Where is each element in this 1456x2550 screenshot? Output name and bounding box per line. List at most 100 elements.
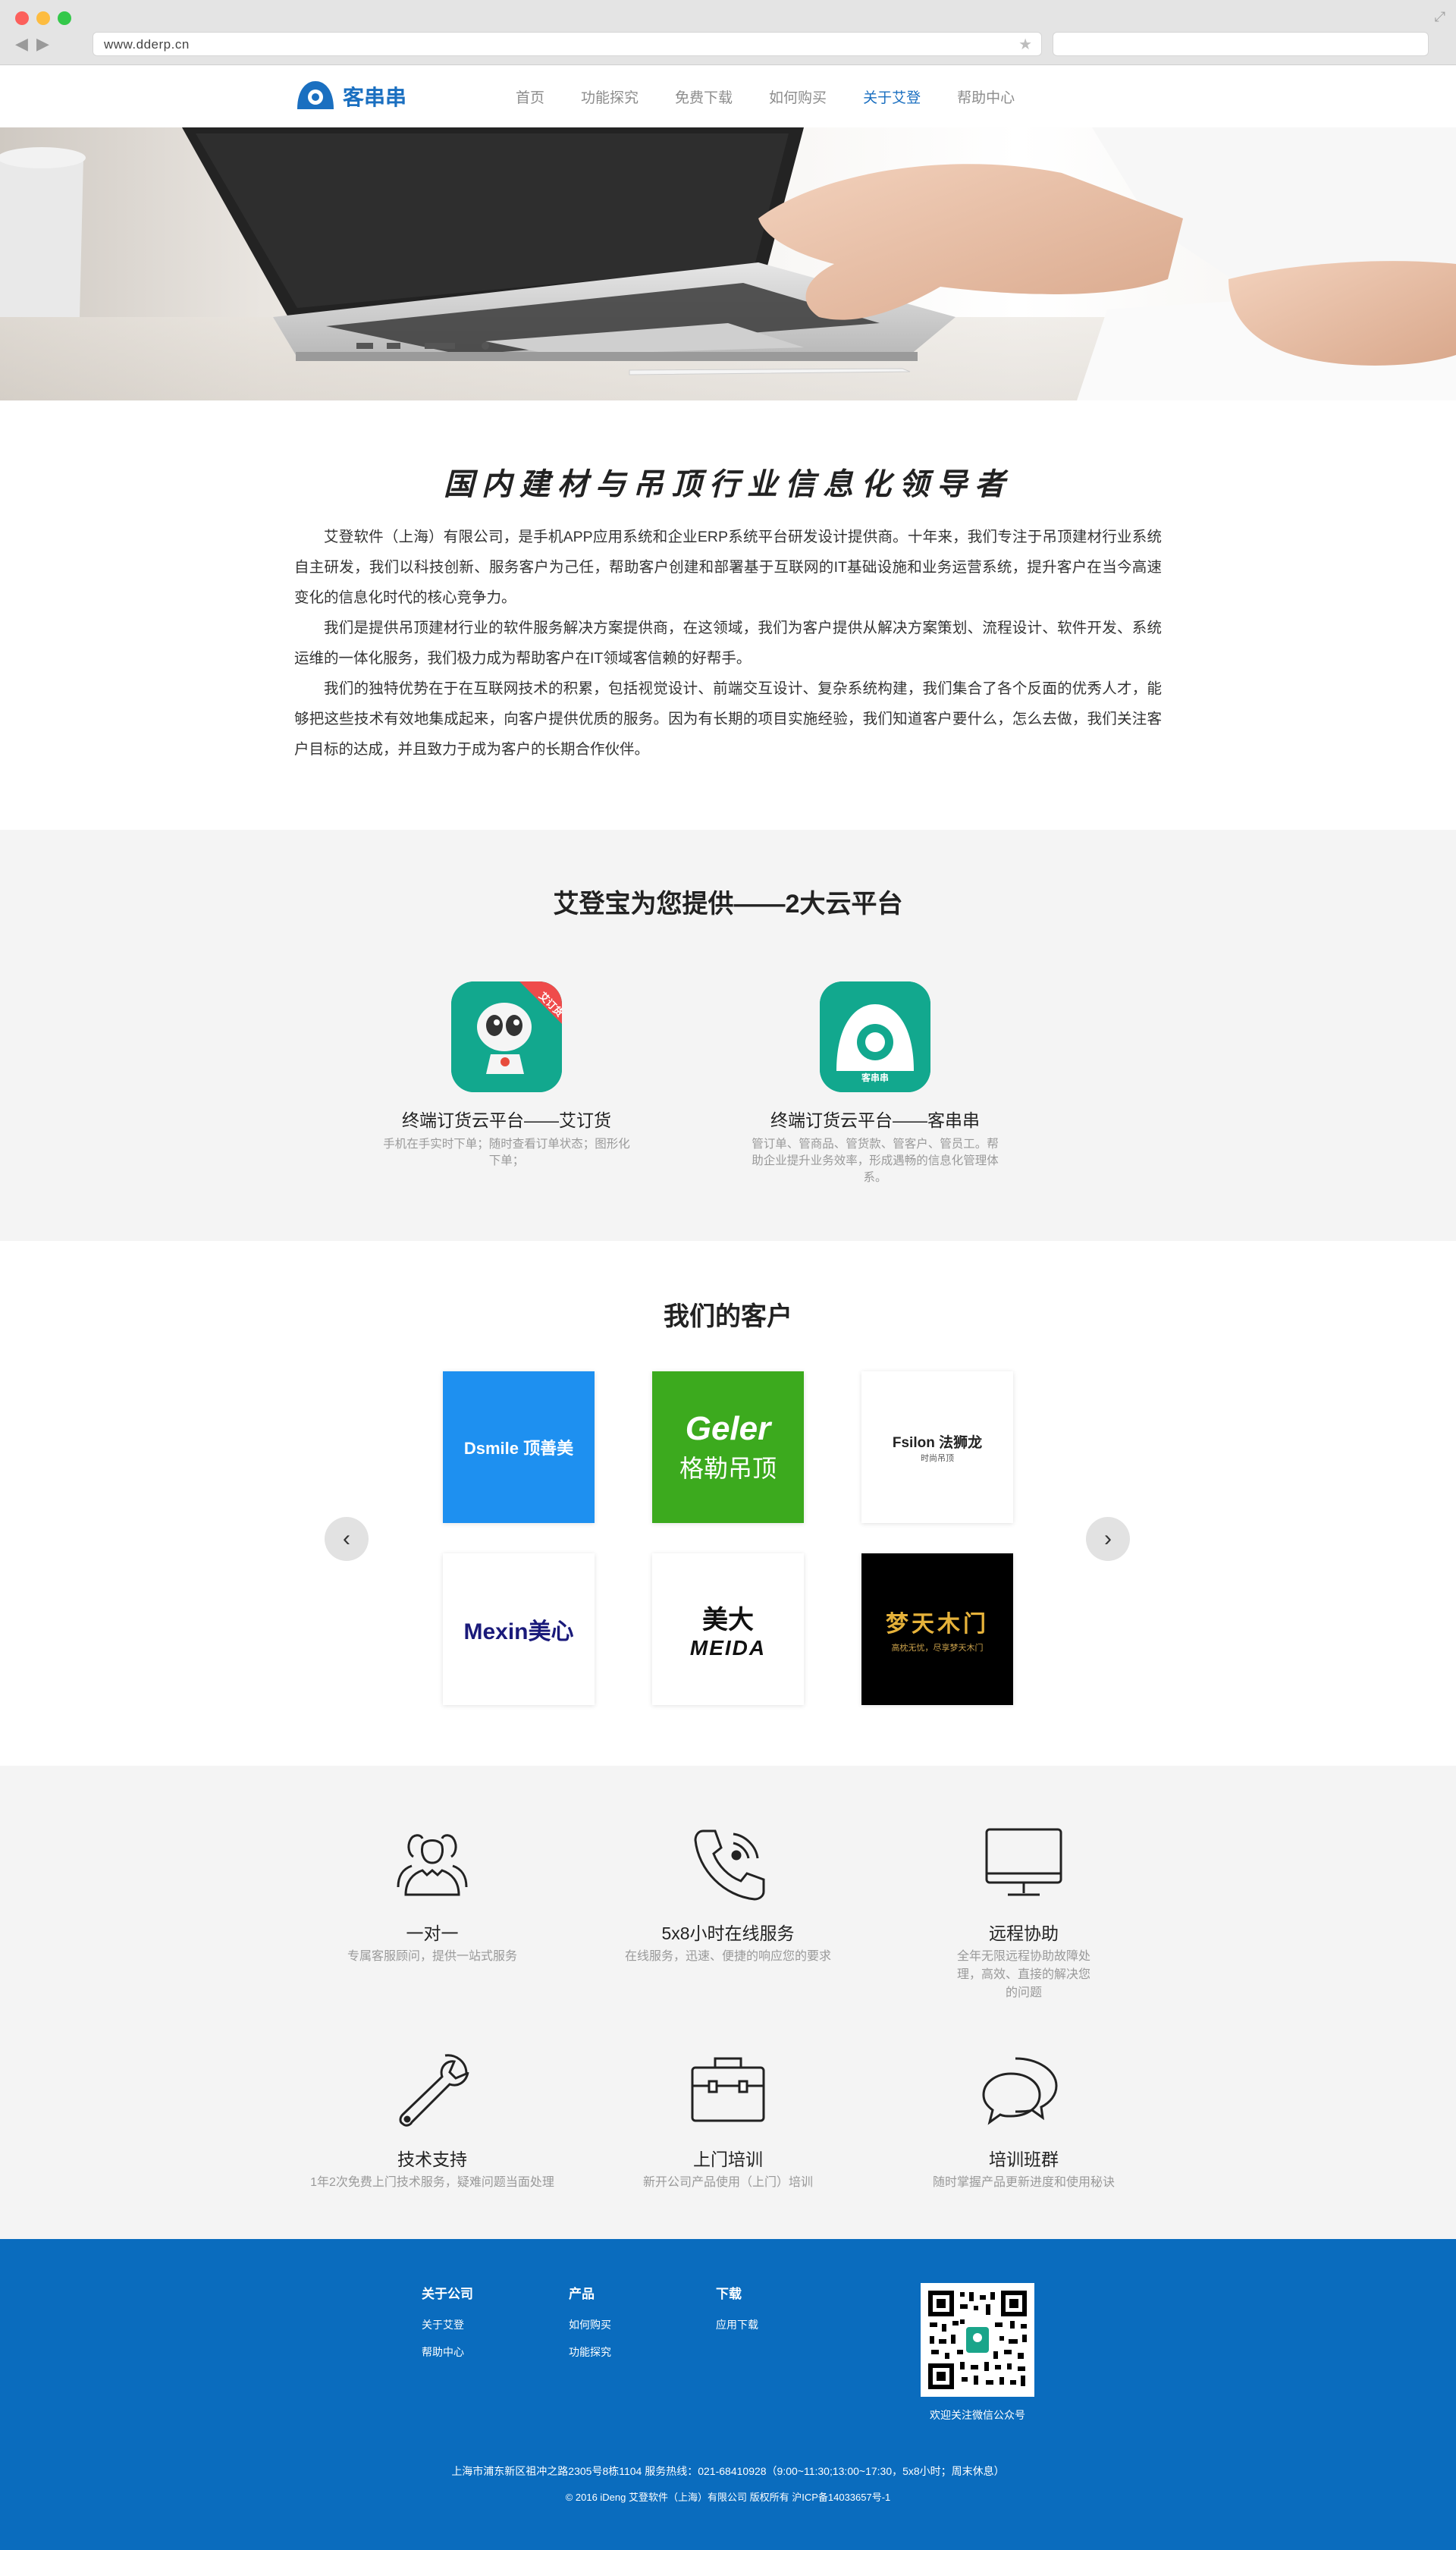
footer-link-app-download[interactable]: 应用下载 xyxy=(716,2317,758,2332)
footer-link-about[interactable]: 关于艾登 xyxy=(422,2317,473,2332)
back-arrow-icon[interactable]: ◀ xyxy=(15,33,28,55)
customer-logo-text: Fsilon 法狮龙 xyxy=(892,1434,983,1451)
site-footer: 关于公司 关于艾登 帮助中心 产品 如何购买 功能探究 下载 应用下载 欢迎关注… xyxy=(0,2239,1456,2550)
site-logo[interactable]: 客串串 xyxy=(294,79,406,114)
menu-item-purchase[interactable]: 如何购买 xyxy=(769,86,827,107)
phone-icon xyxy=(694,1829,765,1901)
customer-logo-subtext: 格勒吊顶 xyxy=(679,1455,777,1482)
customer-logo-subtext: MEIDA xyxy=(689,1635,767,1660)
about-title: 国内建材与吊顶行业信息化领导者 xyxy=(444,466,1012,502)
qr-code-icon xyxy=(927,2289,1028,2391)
menu-item-home[interactable]: 首页 xyxy=(516,86,544,107)
service-desc: 全年无限远程协助故障处理，高效、直接的解决您的问题 xyxy=(956,1950,1090,1999)
platforms-title: 艾登宝为您提供——2大云平台 xyxy=(553,890,903,919)
service-desc: 新开公司产品使用（上门）培训 xyxy=(642,2176,813,2189)
footer-link-help[interactable]: 帮助中心 xyxy=(422,2344,473,2360)
wechat-qr-code xyxy=(921,2283,1034,2397)
bookmark-star-icon[interactable]: ★ xyxy=(1018,35,1032,54)
service-name: 远程协助 xyxy=(989,1923,1059,1943)
carousel-next-button[interactable]: › xyxy=(1086,1517,1130,1561)
main-menu: 首页 功能探究 免费下载 如何购买 关于艾登 帮助中心 xyxy=(516,86,1051,107)
kechuanchuan-app-icon[interactable]: 客串串 xyxy=(820,981,930,1092)
service-name: 上门培训 xyxy=(693,2150,763,2169)
customer-logo-subtext: 高枕无忧，尽享梦天木门 xyxy=(891,1644,984,1653)
logo-mark-icon xyxy=(297,81,334,109)
service-name: 培训班群 xyxy=(989,2150,1059,2169)
maximize-window-button[interactable] xyxy=(58,11,71,25)
service-tech-support: 技术支持 1年2次免费上门技术服务，疑难问题当面处理 xyxy=(288,2051,576,2192)
about-body: 艾登软件（上海）有限公司，是手机APP应用系统和企业ERP系统平台研发设计提供商… xyxy=(294,522,1162,765)
service-training: 上门培训 新开公司产品使用（上门）培训 xyxy=(584,2051,872,2192)
customer-logo-mengtian[interactable]: 梦天木门 高枕无忧，尽享梦天木门 xyxy=(861,1553,1013,1705)
menu-item-features[interactable]: 功能探究 xyxy=(581,86,639,107)
service-name: 5x8小时在线服务 xyxy=(661,1923,795,1943)
services-section: 一对一 专属客服顾问，提供一站式服务 5x8小时在线服务 在线服务，迅速、便捷的… xyxy=(0,1766,1456,2239)
footer-copyright: © 2016 iDeng 艾登软件（上海）有限公司 版权所有 沪ICP备1403… xyxy=(565,2492,891,2503)
footer-col-title: 下载 xyxy=(716,2287,742,2301)
service-name: 技术支持 xyxy=(397,2150,467,2169)
url-text: www.dderp.cn xyxy=(104,37,190,52)
footer-col-title: 关于公司 xyxy=(422,2287,473,2301)
platform-card-kechuanchuan[interactable]: 客串串 终端订货云平台——客串串 管订单、管商品、管货款、管客户、管员工。帮助企… xyxy=(731,981,1019,1186)
carousel-prev-button[interactable]: ‹ xyxy=(325,1517,369,1561)
footer-address: 上海市浦东新区祖冲之路2305号8栋1104 服务热线：021-68410928… xyxy=(451,2465,1005,2477)
footer-col-company: 关于公司 关于艾登 帮助中心 xyxy=(422,2283,473,2372)
service-name: 一对一 xyxy=(406,1923,459,1943)
platform-desc: 管订单、管商品、管货款、管客户、管员工。帮助企业提升业务效率，形成遇畅的信息化管… xyxy=(752,1138,999,1184)
customer-logo-geler[interactable]: Geler 格勒吊顶 xyxy=(652,1371,804,1523)
customer-logo-text: Dsmile 顶善美 xyxy=(463,1439,574,1458)
footer-col-title: 产品 xyxy=(569,2287,595,2301)
customer-logo-dsmile[interactable]: Dsmile 顶善美 xyxy=(443,1371,595,1523)
customer-logo-text: Geler xyxy=(685,1410,771,1447)
customer-logo-fsilon[interactable]: Fsilon 法狮龙 时尚吊顶 xyxy=(861,1371,1013,1523)
customers-title: 我们的客户 xyxy=(664,1302,792,1331)
minimize-window-button[interactable] xyxy=(36,11,50,25)
browser-search-input[interactable] xyxy=(1053,32,1429,56)
fullscreen-icon[interactable]: ⤢ xyxy=(1435,9,1445,25)
people-icon xyxy=(397,1834,468,1896)
forward-arrow-icon[interactable]: ▶ xyxy=(36,33,49,55)
menu-item-help[interactable]: 帮助中心 xyxy=(957,86,1015,107)
qr-caption: 欢迎关注微信公众号 xyxy=(930,2409,1025,2421)
close-window-button[interactable] xyxy=(15,11,29,25)
platform-desc: 手机在手实时下单；随时查看订单状态；图形化下单； xyxy=(383,1138,630,1167)
menu-item-about[interactable]: 关于艾登 xyxy=(863,86,921,107)
monitor-icon xyxy=(985,1828,1062,1896)
service-desc: 随时掌握产品更新进度和使用秘诀 xyxy=(932,2176,1115,2189)
aidinghuo-app-icon[interactable]: 艾订货 xyxy=(451,981,562,1092)
customers-section: 我们的客户 ‹ › Dsmile 顶善美 Geler 格勒吊顶 Fsilon 法… xyxy=(0,1241,1456,1766)
menu-item-download[interactable]: 免费下载 xyxy=(675,86,733,107)
about-paragraph: 艾登软件（上海）有限公司，是手机APP应用系统和企业ERP系统平台研发设计提供商… xyxy=(294,529,1162,606)
kechuanchuan-badge-text: 客串串 xyxy=(861,1072,889,1083)
service-one-on-one: 一对一 专属客服顾问，提供一站式服务 xyxy=(288,1825,576,1966)
platform-name: 终端订货云平台——艾订货 xyxy=(402,1110,611,1130)
service-desc: 在线服务，迅速、便捷的响应您的要求 xyxy=(624,1950,831,1963)
wrench-icon xyxy=(399,2054,469,2127)
laptop-illustration xyxy=(0,127,1456,400)
address-bar[interactable]: www.dderp.cn ★ xyxy=(93,32,1042,56)
customer-logo-text: 梦天木门 xyxy=(886,1612,989,1637)
customer-logo-text: Mexin美心 xyxy=(463,1619,574,1644)
footer-col-download: 下载 应用下载 xyxy=(716,2283,758,2344)
customer-logo-meida[interactable]: 美大 MEIDA xyxy=(652,1553,804,1705)
footer-link-purchase[interactable]: 如何购买 xyxy=(569,2317,611,2332)
browser-chrome: ◀ ▶ www.dderp.cn ★ ⤢ xyxy=(0,0,1456,65)
service-desc: 1年2次免费上门技术服务，疑难问题当面处理 xyxy=(310,2176,554,2189)
service-desc: 专属客服顾问，提供一站式服务 xyxy=(347,1950,517,1963)
customer-logo-mexin[interactable]: Mexin美心 xyxy=(443,1553,595,1705)
service-group: 培训班群 随时掌握产品更新进度和使用秘诀 xyxy=(880,2051,1168,2192)
about-paragraph: 我们是提供吊顶建材行业的软件服务解决方案提供商，在这领域，我们为客户提供从解决方… xyxy=(294,620,1162,667)
briefcase-icon xyxy=(691,2057,765,2122)
platform-card-aidinghuo[interactable]: 艾订货 终端订货云平台——艾订货 手机在手实时下单；随时查看订单状态；图形化下单… xyxy=(362,981,651,1170)
customer-logo-text: 美大 xyxy=(702,1605,754,1635)
site-header: 客串串 首页 功能探究 免费下载 如何购买 关于艾登 帮助中心 xyxy=(0,65,1456,127)
footer-link-features[interactable]: 功能探究 xyxy=(569,2344,611,2360)
about-paragraph: 我们的独特优势在于在互联网技术的积累，包括视觉设计、前端交互设计、复杂系统构建，… xyxy=(294,680,1162,758)
service-remote: 远程协助 全年无限远程协助故障处理，高效、直接的解决您的问题 xyxy=(880,1825,1168,2002)
browser-window: ◀ ▶ www.dderp.cn ★ ⤢ 客串串 首页 功能探究 免费下载 如何… xyxy=(0,0,1456,2550)
platform-name: 终端订货云平台——客串串 xyxy=(770,1110,980,1130)
about-section: 国内建材与吊顶行业信息化领导者 艾登软件（上海）有限公司，是手机APP应用系统和… xyxy=(0,400,1456,830)
service-online: 5x8小时在线服务 在线服务，迅速、便捷的响应您的要求 xyxy=(584,1825,872,1966)
footer-col-product: 产品 如何购买 功能探究 xyxy=(569,2283,611,2372)
customer-logo-subtext: 时尚吊顶 xyxy=(921,1453,954,1463)
